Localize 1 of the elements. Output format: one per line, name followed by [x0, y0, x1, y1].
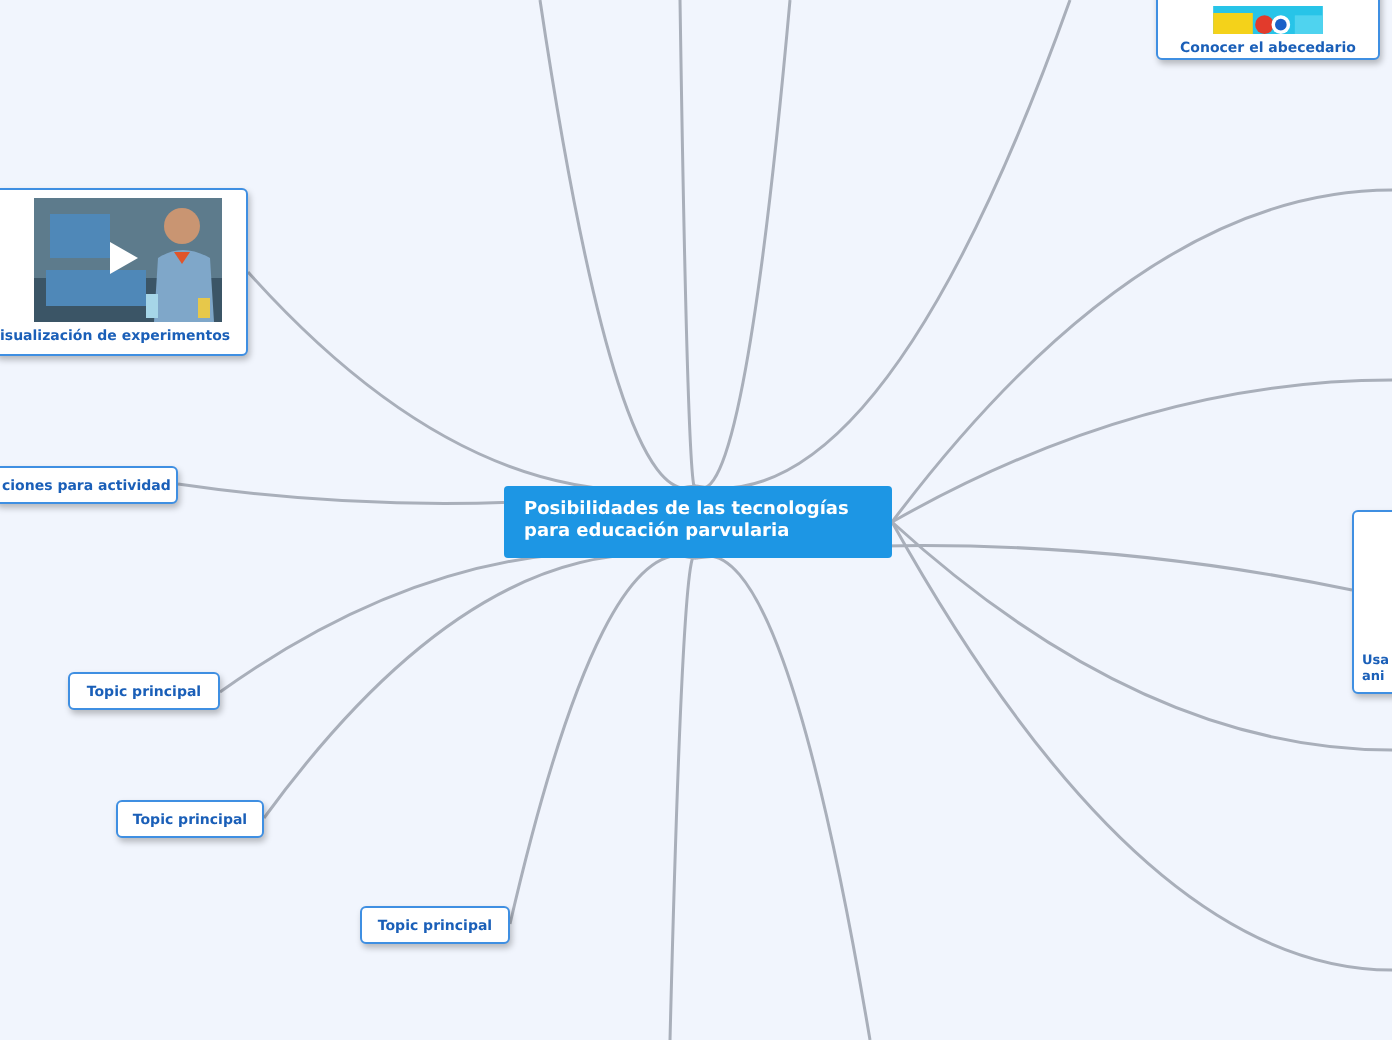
central-topic[interactable]: Posibilidades de las tecnologías para educación parvularia	[504, 486, 892, 558]
